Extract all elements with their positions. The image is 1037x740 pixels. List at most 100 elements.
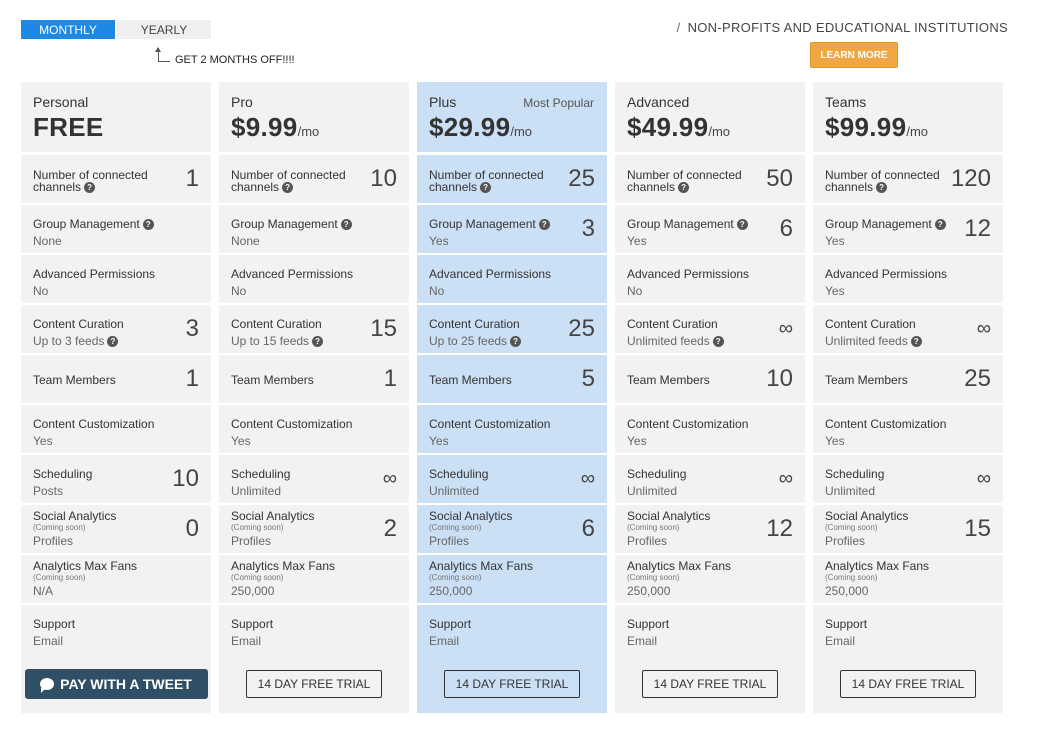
social-analytics-value: 12 <box>766 515 793 542</box>
social-analytics-row: Social Analytics (Coming soon) Profiles 6 <box>417 505 607 555</box>
coming-soon-note: (Coming soon) <box>825 573 878 582</box>
content-customization-row: Content Customization Yes <box>417 405 607 455</box>
group-management-label: Group Management? <box>429 217 595 231</box>
monthly-toggle-button[interactable]: MONTHLY <box>21 20 115 39</box>
analytics-max-fans-label: Analytics Max Fans <box>825 559 930 573</box>
group-management-value: 3 <box>581 215 595 242</box>
group-management-row: Group Management? Yes 12 <box>813 205 1003 255</box>
social-analytics-sub: Profiles <box>33 534 74 548</box>
content-curation-sub-text: Unlimited feeds <box>627 334 710 348</box>
content-curation-sub-text: Up to 25 feeds <box>429 334 508 348</box>
scheduling-value: ∞ <box>580 467 595 490</box>
free-trial-button[interactable]: 14 DAY FREE TRIAL <box>443 670 581 698</box>
support-row: Support Email <box>219 605 409 655</box>
group-management-row: Group Management? Yes 6 <box>615 205 805 255</box>
help-icon[interactable]: ? <box>107 336 119 348</box>
advanced-permissions-row: Advanced Permissions No <box>417 255 607 305</box>
plan-header: Personal FREE <box>21 82 211 155</box>
help-icon[interactable]: ? <box>340 219 352 231</box>
support-sub: Email <box>231 634 262 648</box>
help-icon[interactable]: ? <box>538 219 550 231</box>
channels-label: Number of connected channels? <box>825 169 945 194</box>
advanced-permissions-label: Advanced Permissions <box>429 267 552 281</box>
group-management-value: 12 <box>964 215 991 242</box>
learn-more-button[interactable]: LEARN MORE <box>810 42 898 68</box>
help-icon[interactable]: ? <box>510 336 522 348</box>
content-curation-label: Content Curation <box>33 317 124 331</box>
social-analytics-row: Social Analytics (Coming soon) Profiles 15 <box>813 505 1003 555</box>
yearly-toggle-button[interactable]: YEARLY <box>117 20 211 39</box>
content-curation-row: Content Curation Unlimited feeds? ∞ <box>813 305 1003 355</box>
plan-header: Teams $99.99/mo <box>813 82 1003 155</box>
advanced-permissions-row: Advanced Permissions No <box>615 255 805 305</box>
analytics-max-fans-sub: 250,000 <box>429 584 473 598</box>
group-management-label-text: Group Management <box>627 217 734 231</box>
help-icon[interactable]: ? <box>480 182 492 194</box>
nonprofit-heading: / NON-PROFITS AND EDUCATIONAL INSTITUTION… <box>677 20 1008 35</box>
support-sub: Email <box>825 634 856 648</box>
content-customization-row: Content Customization Yes <box>615 405 805 455</box>
pay-with-tweet-button[interactable]: PAY WITH A TWEET <box>24 669 208 699</box>
group-management-label: Group Management? <box>33 218 199 231</box>
team-members-label: Team Members <box>429 373 512 387</box>
free-trial-button[interactable]: 14 DAY FREE TRIAL <box>641 670 779 698</box>
advanced-permissions-label: Advanced Permissions <box>627 267 750 281</box>
scheduling-row: Scheduling Posts 10 <box>21 455 211 505</box>
group-management-row: Group Management? None <box>21 205 211 255</box>
price-period: /mo <box>510 124 532 139</box>
team-members-row: Team Members 5 <box>417 355 607 405</box>
free-trial-button[interactable]: 14 DAY FREE TRIAL <box>839 670 977 698</box>
plan-header: Plus Most Popular $29.99/mo <box>417 82 607 155</box>
support-row: Support Email <box>21 605 211 655</box>
price-amount: $49.99 <box>627 112 709 142</box>
social-analytics-value: 0 <box>185 515 199 542</box>
scheduling-row: Scheduling Unlimited ∞ <box>219 455 409 505</box>
channels-row: Number of connected channels? 120 <box>813 155 1003 205</box>
group-management-label-text: Group Management <box>429 217 536 231</box>
team-members-value: 25 <box>964 365 991 392</box>
scheduling-sub: Unlimited <box>429 484 480 498</box>
most-popular-label: Most Popular <box>523 96 594 110</box>
help-icon[interactable]: ? <box>282 182 294 194</box>
tweet-button-label: PAY WITH A TWEET <box>60 676 192 692</box>
content-curation-label: Content Curation <box>825 317 916 331</box>
coming-soon-note: (Coming soon) <box>627 573 680 582</box>
help-icon[interactable]: ? <box>876 182 888 194</box>
channels-label: Number of connected channels? <box>627 169 747 194</box>
channels-label: Number of connected channels? <box>33 169 153 194</box>
help-icon[interactable]: ? <box>934 219 946 231</box>
help-icon[interactable]: ? <box>910 336 922 348</box>
scheduling-label: Scheduling <box>231 467 291 481</box>
team-members-row: Team Members 1 <box>21 355 211 405</box>
coming-soon-note: (Coming soon) <box>231 523 284 532</box>
help-icon[interactable]: ? <box>312 336 324 348</box>
help-icon[interactable]: ? <box>736 219 748 231</box>
support-label: Support <box>825 617 868 631</box>
analytics-max-fans-row: Analytics Max Fans (Coming soon) 250,000 <box>813 555 1003 605</box>
analytics-max-fans-label: Analytics Max Fans <box>627 559 732 573</box>
help-icon[interactable]: ? <box>142 219 154 231</box>
plan-price: FREE <box>33 112 199 143</box>
support-row: Support Email <box>417 605 607 655</box>
pricing-table: Personal FREE Number of connected channels… <box>21 82 1003 713</box>
content-curation-row: Content Curation Up to 25 feeds? 25 <box>417 305 607 355</box>
content-curation-sub-text: Up to 15 feeds <box>231 334 310 348</box>
group-management-row: Group Management? Yes 3 <box>417 205 607 255</box>
content-customization-label: Content Customization <box>33 417 155 431</box>
help-icon[interactable]: ? <box>84 182 96 194</box>
scheduling-row: Scheduling Unlimited ∞ <box>813 455 1003 505</box>
content-curation-value: ∞ <box>976 317 991 340</box>
coming-soon-note: (Coming soon) <box>33 523 86 532</box>
help-icon[interactable]: ? <box>678 182 690 194</box>
group-management-sub: None <box>231 234 260 249</box>
help-icon[interactable]: ? <box>712 336 724 348</box>
slash-separator: / <box>676 20 681 35</box>
plan-cta-area: PAY WITH A TWEET <box>21 655 211 713</box>
support-label: Support <box>429 617 472 631</box>
content-curation-sub: Unlimited feeds? <box>825 334 991 348</box>
advanced-permissions-sub: No <box>627 284 643 298</box>
plan-price: $29.99/mo <box>429 112 595 143</box>
advanced-permissions-label: Advanced Permissions <box>825 267 948 281</box>
billing-toggle: MONTHLY YEARLY <box>21 20 211 39</box>
free-trial-button[interactable]: 14 DAY FREE TRIAL <box>245 670 383 698</box>
